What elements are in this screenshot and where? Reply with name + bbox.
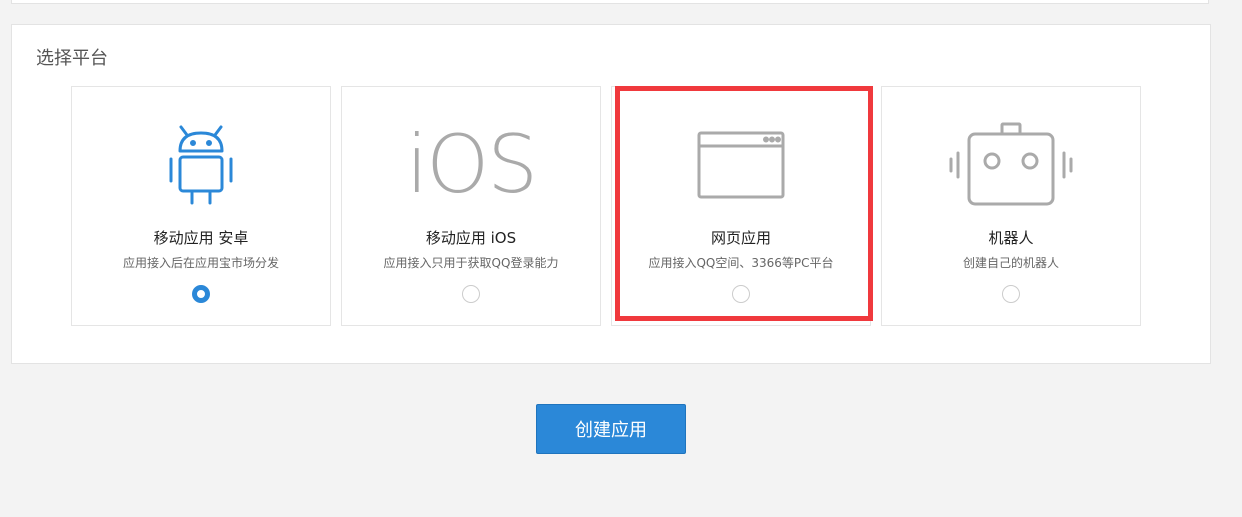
platform-name: 机器人 <box>988 229 1034 247</box>
ios-icon: iOS <box>406 118 538 211</box>
platform-desc: 应用接入QQ空间、3366等PC平台 <box>648 256 834 270</box>
platform-card-web[interactable]: 网页应用 应用接入QQ空间、3366等PC平台 <box>611 86 871 326</box>
platform-card-android[interactable]: 移动应用 安卓 应用接入后在应用宝市场分发 <box>71 86 331 326</box>
platform-desc: 创建自己的机器人 <box>962 256 1059 270</box>
radio-android[interactable] <box>192 285 210 303</box>
platform-card-robot[interactable]: 机器人 创建自己的机器人 <box>881 86 1141 326</box>
platform-selection-panel: 选择平台 移动应用 安卓 应用接入后在应用宝市场分发 iOS 移动应用 iOS … <box>11 24 1211 364</box>
platform-name: 移动应用 安卓 <box>153 229 249 247</box>
platform-desc: 应用接入只用于获取QQ登录能力 <box>383 256 559 270</box>
previous-section-panel <box>11 0 1209 4</box>
android-icon <box>72 121 330 209</box>
section-title: 选择平台 <box>36 48 108 69</box>
platform-card-ios[interactable]: iOS 移动应用 iOS 应用接入只用于获取QQ登录能力 <box>341 86 601 326</box>
radio-web[interactable] <box>732 285 750 303</box>
browser-window-icon <box>612 121 870 209</box>
platform-name: 网页应用 <box>710 229 771 247</box>
radio-robot[interactable] <box>1002 285 1020 303</box>
radio-ios[interactable] <box>462 285 480 303</box>
platform-name: 移动应用 iOS <box>425 229 517 247</box>
create-app-button[interactable]: 创建应用 <box>536 404 686 454</box>
platform-desc: 应用接入后在应用宝市场分发 <box>122 256 279 270</box>
robot-icon <box>882 121 1140 209</box>
